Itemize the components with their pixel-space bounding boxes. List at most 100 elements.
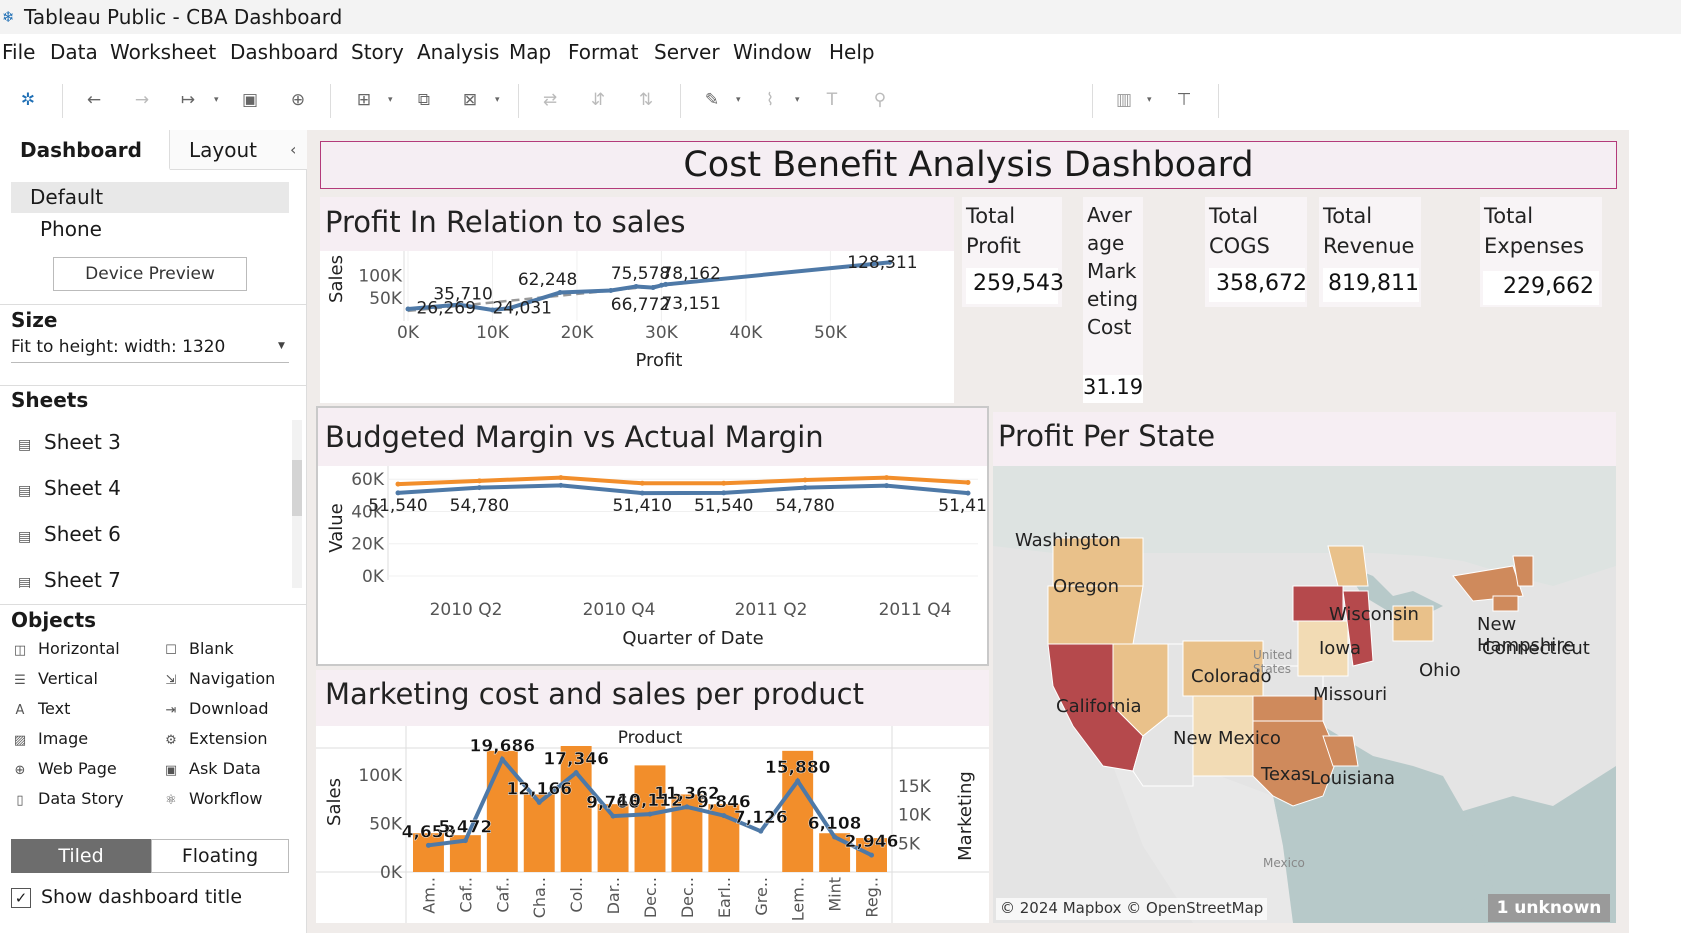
sheet-item[interactable]: ▤ Sheet 4 [18,476,121,500]
redo-icon[interactable]: → [130,88,154,112]
data-label: 2,946 [845,832,899,852]
sort-asc-icon[interactable]: ⇵ [586,88,610,112]
scrollbar-thumb[interactable] [292,460,302,516]
tab-dashboard[interactable]: Dashboard [0,130,170,170]
replay-icon[interactable]: ↦ [176,88,200,112]
sort-desc-icon[interactable]: ⇅ [634,88,658,112]
pin-icon[interactable]: ⚲ [868,88,892,112]
menu-window[interactable]: Window [733,40,812,64]
data-point [536,799,542,805]
device-default-label: Default [30,185,104,209]
collapse-panel-icon[interactable]: ‹ [290,140,296,159]
x-tick-label: Am.. [419,877,438,914]
x-tick-label: 50K [814,323,848,343]
floating-toggle[interactable]: Floating [151,839,289,873]
tiled-toggle[interactable]: Tiled [11,839,151,873]
map-attribution[interactable]: © 2024 Mapbox © OpenStreetMap [996,898,1268,920]
object-blank[interactable]: ☐ Blank [162,639,233,658]
profit-state-map[interactable]: Washington Oregon California Colorado Ne… [993,466,1616,923]
menu-help[interactable]: Help [829,40,875,64]
image-icon: ▨ [13,733,27,748]
size-value[interactable]: Fit to height: width: 1320 [11,337,225,357]
object-extension[interactable]: ⚙ Extension [162,729,267,748]
menu-server[interactable]: Server [654,40,720,64]
size-dropdown-icon[interactable]: ▼ [278,341,285,351]
divider [0,304,307,305]
data-label: 78,162 [661,264,720,284]
new-sheet-icon[interactable]: ⊞ [352,88,376,112]
y2-tick-label: 10K [898,806,932,826]
kpi-label: Total Profit [966,204,1021,258]
clear-icon[interactable]: ⊠ [458,88,482,112]
menu-data[interactable]: Data [50,40,98,64]
tableau-logo-icon[interactable]: ✲ [16,88,40,112]
show-title-checkbox[interactable]: ✓ [11,888,31,908]
save-icon[interactable]: ▣ [238,88,262,112]
clear-dropdown-icon[interactable]: ▾ [495,90,505,110]
highlight-dropdown-icon[interactable]: ▾ [736,90,746,110]
menu-dashboard[interactable]: Dashboard [230,40,339,64]
menu-map[interactable]: Map [509,40,551,64]
y-tick-label: 0K [380,863,403,883]
object-web-page[interactable]: ⊕ Web Page [11,759,117,778]
sheet-item[interactable]: ▤ Sheet 3 [18,430,121,454]
tab-layout[interactable]: Layout [170,130,307,170]
data-label: 51,540 [368,496,427,516]
menu-format[interactable]: Format [568,40,638,64]
object-navigation[interactable]: ⇲ Navigation [162,669,276,688]
marketing-chart[interactable]: Product100K50K0K15K10K5KSales Marketing4,… [316,726,989,923]
x-tick-label: Reg.. [863,877,882,918]
object-text[interactable]: A Text [11,699,71,718]
data-point [802,477,808,483]
data-label: 15,880 [765,758,831,778]
replay-dropdown-icon[interactable]: ▾ [214,90,224,110]
object-vertical[interactable]: ☰ Vertical [11,669,98,688]
attach-dropdown-icon[interactable]: ▾ [795,90,805,110]
kpi-label: Aver age Mark eting Cost [1087,203,1139,339]
show-title-label: Show dashboard title [41,886,243,908]
ask-data-icon: ▣ [164,763,178,778]
menu-file[interactable]: File [2,40,35,64]
profit-sales-chart[interactable]: 0K 10K 20K 30K 40K 50K100K50KProfitSales26,26… [320,251,954,403]
device-preview-button[interactable]: Device Preview [53,257,247,291]
x-tick-label: 2010 Q2 [430,600,503,620]
data-point [965,479,971,485]
sheets-scrollbar[interactable] [292,420,302,588]
undo-icon[interactable]: ← [82,88,106,112]
attach-icon[interactable]: ⌇ [758,88,782,112]
sheet-icon: ▤ [18,437,32,453]
toolbar-separator [62,84,63,118]
margin-chart[interactable]: 60K40K20K0K2010 Q2 2010 Q4 2011 Q2 2011 Q4Q… [318,466,987,664]
object-horizontal[interactable]: ◫ Horizontal [11,639,120,658]
data-point [405,306,411,312]
window-title: Tableau Public - CBA Dashboard [24,5,343,29]
text-icon[interactable]: T [820,88,844,112]
data-point [499,756,505,762]
y-tick-label: 60K [351,470,385,490]
device-phone[interactable]: Phone [40,217,102,241]
sheet-item[interactable]: ▤ Sheet 7 [18,568,121,588]
x-tick-label: Dar.. [604,877,623,914]
data-label: 51,540 [694,496,753,516]
object-download[interactable]: ⇥ Download [162,699,269,718]
presentation-icon[interactable]: ⊤ [1172,88,1196,112]
new-sheet-dropdown-icon[interactable]: ▾ [388,90,398,110]
menu-analysis[interactable]: Analysis [417,40,499,64]
show-me-dropdown-icon[interactable]: ▾ [1147,90,1157,110]
swap-icon[interactable]: ⇄ [538,88,562,112]
duplicate-icon[interactable]: ⧉ [412,88,436,112]
sheet-item[interactable]: ▤ Sheet 6 [18,522,121,546]
object-ask-data[interactable]: ▣ Ask Data [162,759,261,778]
unknown-indicator[interactable]: 1 unknown [1488,894,1610,922]
device-default-row[interactable]: Default [11,182,289,213]
object-image[interactable]: ▨ Image [11,729,88,748]
highlight-icon[interactable]: ✎ [700,88,724,112]
x-tick-label: 20K [561,323,595,343]
menu-worksheet[interactable]: Worksheet [110,40,216,64]
add-datasource-icon[interactable]: ⊕ [286,88,310,112]
map-label-louisiana: Louisiana [1310,768,1395,789]
menu-story[interactable]: Story [351,40,404,64]
object-workflow[interactable]: ⚛ Workflow [162,789,262,808]
object-data-story[interactable]: ▯ Data Story [11,789,123,808]
show-me-icon[interactable]: ▥ [1112,88,1136,112]
